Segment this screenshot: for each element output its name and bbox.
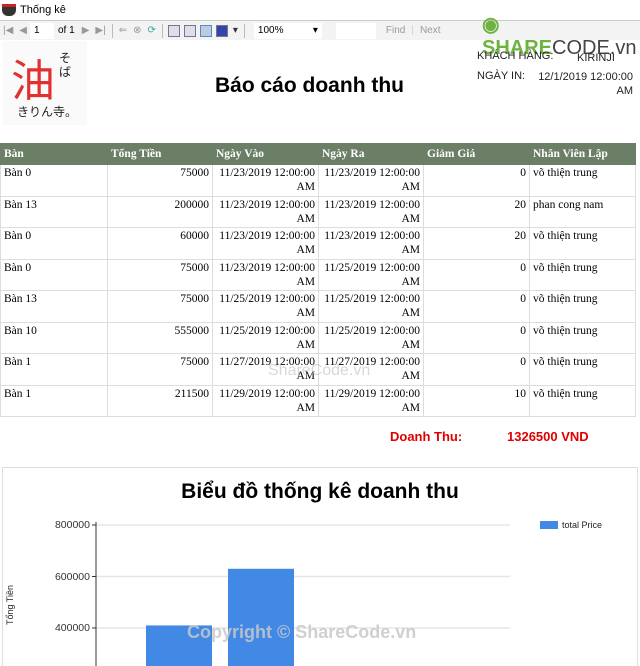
y-tick: 400000 bbox=[54, 622, 90, 634]
bar bbox=[228, 568, 294, 666]
legend-swatch bbox=[540, 521, 558, 529]
y-tick: 800000 bbox=[54, 519, 90, 531]
chart-legend: total Price bbox=[540, 520, 602, 530]
copyright-watermark: Copyright © ShareCode.vn bbox=[187, 622, 417, 642]
y-axis-label: Tổng Tiền bbox=[5, 584, 15, 625]
bar-chart bbox=[92, 522, 510, 666]
y-tick: 600000 bbox=[54, 571, 90, 583]
legend-label: total Price bbox=[562, 520, 603, 530]
